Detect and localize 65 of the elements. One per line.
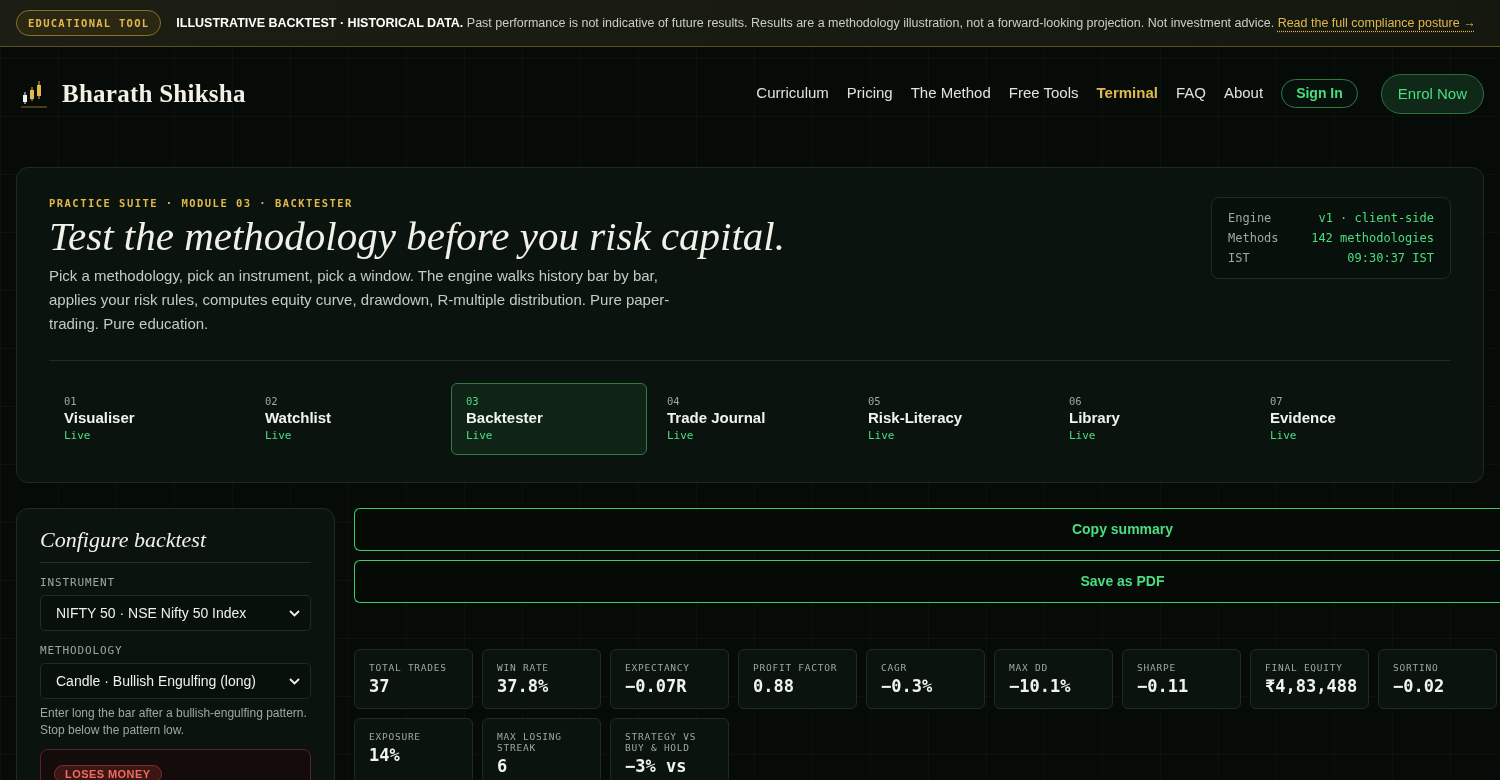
stat-value: −0.3% (881, 676, 934, 696)
stat-value: −3% vs (625, 756, 688, 776)
methodology-hint: Enter long the bar after a bullish-engulfing pattern. Stop below the pattern low. (40, 705, 308, 739)
nav-link[interactable]: Pricing (846, 82, 893, 105)
stat-label: WIN RATE (497, 662, 550, 673)
panel-title: Configure backtest (40, 526, 311, 563)
stat-value: ₹4,83,488 (1265, 676, 1354, 696)
nav-link[interactable]: Free Tools (1008, 82, 1079, 105)
stat-label: EXPOSURE (369, 731, 422, 742)
action-button[interactable]: Copy summary (354, 508, 1500, 551)
stat-label: FINAL EQUITY (1265, 662, 1344, 673)
info-value: 142 methodologies (1311, 230, 1434, 247)
field-label: METHODOLOGY (40, 644, 124, 658)
field-label: INSTRUMENT (40, 576, 117, 590)
module-tab[interactable]: 07 Evidence Live (1255, 383, 1451, 455)
stat-value: −0.11 (1137, 676, 1190, 696)
nav-link[interactable]: Curriculum (756, 82, 829, 105)
stat-label: MAX LOSING STREAK (497, 731, 563, 753)
verdict-badge: LOSES MONEY (54, 765, 162, 780)
stat-label: PROFIT FACTOR (753, 662, 839, 673)
nav-link[interactable]: The Method (910, 82, 991, 105)
module-tab[interactable]: 01 Visualiser Live (49, 383, 245, 455)
stat-label: TOTAL TRADES (369, 662, 448, 673)
module-tab[interactable]: 05 Risk-Literacy Live (853, 383, 1049, 455)
stat-label: SHARPE (1137, 662, 1177, 673)
module-tab[interactable]: 04 Trade Journal Live (652, 383, 848, 455)
stat-value: 6 (497, 756, 509, 776)
stat-value: 37 (369, 676, 391, 696)
module-tab[interactable]: 06 Library Live (1054, 383, 1250, 455)
module-tab[interactable]: 03 Backtester Live (451, 383, 647, 455)
nav-link[interactable]: About (1223, 82, 1264, 105)
module-tab[interactable]: 02 Watchlist Live (250, 383, 446, 455)
info-label: Engine (1228, 210, 1272, 227)
info-label: Methods (1228, 230, 1279, 247)
chevron-down-icon (289, 609, 300, 617)
stat-label: MAX DD (1009, 662, 1049, 673)
stat-value: 37.8% (497, 676, 550, 696)
stat-value: −10.1% (1009, 676, 1072, 696)
info-value: 09:30:37 IST (1347, 250, 1434, 267)
dropdown-select[interactable]: Candle · Bullish Engulfing (long) (40, 663, 311, 699)
section-kicker: PRACTICE SUITE · MODULE 03 · BACKTESTER (49, 196, 354, 210)
info-label: IST (1228, 250, 1250, 267)
stat-label: EXPECTANCY (625, 662, 691, 673)
brand-name: Bharath Shiksha (62, 79, 246, 108)
action-button[interactable]: Save as PDF (354, 560, 1500, 603)
educational-tool-badge: EDUCATIONAL TOOL (16, 9, 162, 37)
nav-link[interactable]: FAQ (1175, 82, 1206, 105)
candlestick-logo-icon (20, 79, 48, 108)
sign-in-button[interactable]: Sign In (1281, 79, 1358, 108)
nav-link[interactable]: Terminal (1096, 82, 1158, 105)
dropdown-select[interactable]: NIFTY 50 · NSE Nifty 50 Index (40, 595, 311, 631)
info-value: v1 · client-side (1318, 210, 1434, 227)
hero-description: Pick a methodology, pick an instrument, pick a window. The engine walks history bar by bar, applies your risk rules, computes equity curve, drawdown, R-multiple distribution. Pure paper-trading. Pure education. (49, 266, 671, 334)
stat-label: STRATEGY VS BUY & HOLD (625, 731, 698, 753)
stat-value: −0.07R (625, 676, 688, 696)
stat-label: SORTINO (1393, 662, 1440, 673)
stat-label: CAGR (881, 662, 908, 673)
chevron-down-icon (289, 677, 300, 685)
stat-value: 0.88 (753, 676, 795, 696)
enrol-now-button[interactable]: Enrol Now (1380, 73, 1484, 114)
stat-value: −0.02 (1393, 676, 1446, 696)
disclaimer-text: ILLUSTRATIVE BACKTEST · HISTORICAL DATA. Past performance is not indicative of future results. Results are a methodology illustration, not a forward-looking projection. Not investment advice. Read the full compliance posture → (176, 14, 1476, 32)
compliance-link[interactable]: Read the full compliance posture → (1277, 15, 1476, 30)
hero-title: Test the methodology before you risk capital. (49, 215, 785, 257)
stat-value: 14% (369, 745, 401, 765)
